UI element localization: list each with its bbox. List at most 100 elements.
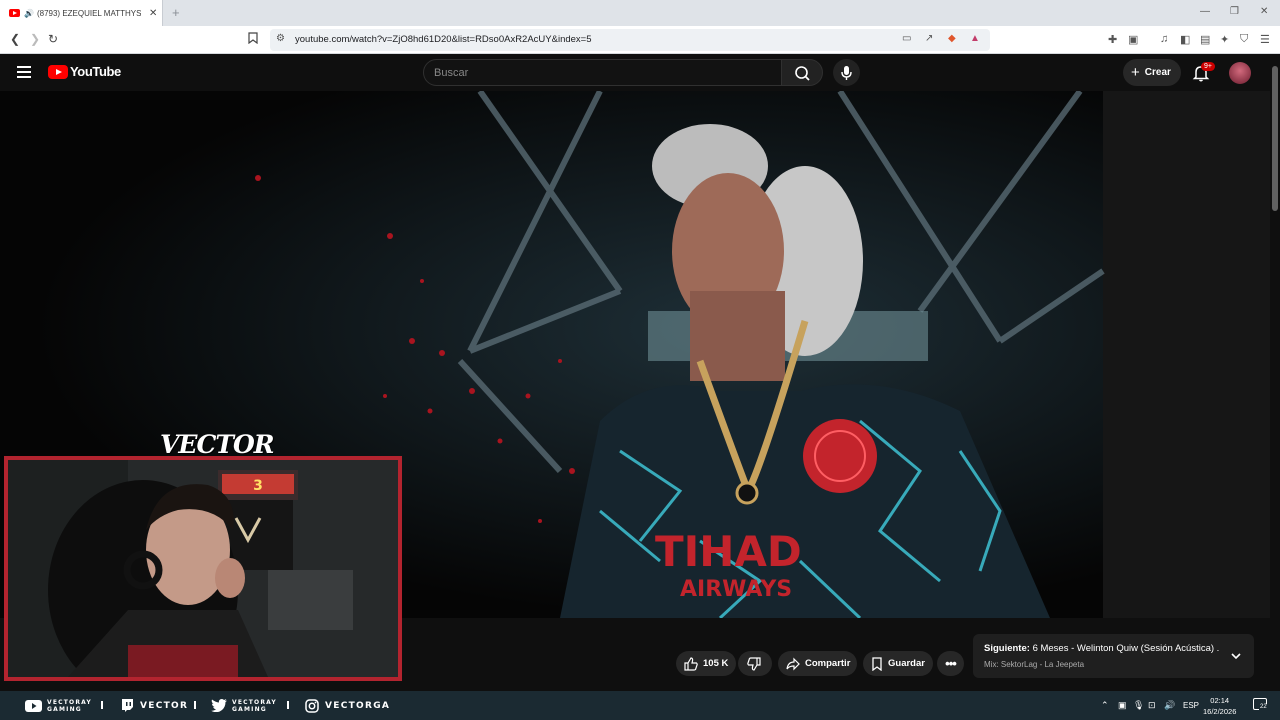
music-icon[interactable]: ♫ — [1160, 33, 1168, 45]
svg-text:AIRWAYS: AIRWAYS — [680, 577, 792, 602]
search-button[interactable] — [781, 59, 823, 86]
microphone-icon — [841, 66, 852, 80]
plus-icon: + — [1131, 64, 1140, 81]
save-label: Guardar — [888, 658, 925, 669]
like-button[interactable]: 105 K — [676, 651, 736, 676]
clock-date: 16/2/2026 — [1203, 707, 1237, 716]
share-arrow-icon — [786, 657, 800, 670]
more-actions-button[interactable]: ••• — [937, 651, 964, 676]
thumbs-up-icon — [684, 656, 698, 671]
notifications-badge: 9+ — [1201, 62, 1215, 71]
hamburger-menu-icon[interactable] — [17, 66, 31, 78]
thumbs-down-icon — [747, 656, 761, 671]
up-next-title-row: Siguiente: 6 Meses - Welinton Quiw (Sesi… — [984, 643, 1219, 654]
social-youtube-line2: GAMING — [47, 705, 82, 713]
social-twitch: VECTOR — [121, 691, 188, 720]
browser-tab-youtube[interactable]: 🔊 (8793) EZEQUIEL MATTHYSS... ✕ — [0, 0, 163, 26]
chevron-down-icon[interactable] — [1230, 650, 1242, 662]
rewards-icon[interactable]: ▲ — [970, 33, 980, 44]
browser-tab-strip: 🔊 (8793) EZEQUIEL MATTHYSS... ✕ + — ❐ ✕ — [0, 0, 1280, 26]
tray-app-icon[interactable]: ▣ — [1118, 700, 1127, 711]
microphone-tray-icon[interactable]: 🎙 — [1133, 700, 1144, 711]
social-twitter: VECTORAY GAMING — [211, 691, 277, 720]
brave-shield-icon[interactable]: ◆ — [948, 33, 956, 44]
webcam-overlay: 3 — [4, 456, 402, 681]
svg-text:TIHAD: TIHAD — [655, 527, 802, 576]
youtube-logo-text[interactable]: YouTube — [70, 64, 121, 79]
vector-overlay-logo: VECTOR — [160, 430, 275, 459]
social-instagram: VECTORGA — [305, 691, 390, 720]
up-next-title: 6 Meses - Welinton Quiw (Sesión Acústica… — [1032, 643, 1219, 654]
search-icon — [795, 66, 810, 81]
search-input[interactable] — [423, 59, 782, 86]
more-horizontal-icon: ••• — [945, 656, 957, 671]
separator — [194, 701, 196, 709]
separator — [101, 701, 103, 709]
youtube-favicon-icon — [9, 9, 20, 17]
clock-time: 02:14 — [1210, 696, 1230, 705]
install-icon[interactable]: ▭ — [902, 33, 911, 44]
bookmark-icon[interactable] — [248, 32, 258, 47]
volume-icon[interactable]: 🔊 — [1164, 700, 1175, 711]
avatar[interactable] — [1229, 62, 1251, 84]
new-tab-plus-icon[interactable]: + — [172, 5, 180, 20]
url-field[interactable]: ⚙ youtube.com/watch?v=ZjO8hd61D20&list=R… — [270, 29, 990, 51]
menu-icon[interactable]: ☰ — [1260, 33, 1270, 46]
like-count: 105 K — [703, 658, 729, 669]
restore-icon[interactable]: ❐ — [1230, 6, 1239, 17]
share-button[interactable]: Compartir — [778, 651, 857, 676]
save-button[interactable]: Guardar — [863, 651, 933, 676]
tab-title: (8793) EZEQUIEL MATTHYSS... — [36, 8, 141, 18]
webcam-image: 3 — [8, 460, 398, 677]
social-twitter-line2: GAMING — [232, 705, 267, 713]
address-bar-row: ❮ ❯ ↻ ⚙ youtube.com/watch?v=ZjO8hd61D20&… — [0, 26, 1280, 54]
minimize-icon[interactable]: — — [1200, 6, 1210, 17]
dislike-button[interactable] — [738, 651, 772, 676]
instagram-icon — [305, 698, 319, 713]
youtube-header: YouTube + Crear — [0, 54, 1280, 91]
network-icon[interactable]: ⊡ — [1148, 700, 1156, 711]
page-scrollbar[interactable] — [1270, 54, 1280, 691]
back-icon[interactable]: ❮ — [10, 32, 20, 46]
share-icon[interactable]: ↗ — [925, 33, 933, 44]
social-twitter-line1: VECTORAY — [232, 698, 277, 706]
speaker-icon[interactable]: 🔊 — [24, 9, 34, 18]
site-info-icon[interactable]: ⚙ — [276, 33, 285, 44]
up-next-card[interactable]: Siguiente: 6 Meses - Welinton Quiw (Sesi… — [973, 634, 1254, 678]
tabs-icon[interactable]: ▣ — [1128, 33, 1138, 46]
extensions-icon[interactable]: ✚ — [1108, 33, 1117, 46]
voice-search-button[interactable] — [833, 59, 860, 86]
ai-icon[interactable]: ✦ — [1220, 33, 1229, 46]
twitch-icon — [122, 698, 133, 712]
youtube-logo-icon[interactable] — [48, 65, 68, 79]
twitter-icon — [211, 699, 227, 712]
up-next-subtitle: Mix: SektorLag - La Jeepeta — [984, 660, 1085, 669]
up-next-prefix: Siguiente: — [984, 643, 1030, 654]
forward-icon[interactable]: ❯ — [30, 32, 40, 46]
social-youtube-line1: VECTORAY — [47, 698, 92, 706]
share-label: Compartir — [805, 658, 851, 669]
social-instagram-label: VECTORGA — [325, 700, 391, 711]
social-youtube: VECTORAY GAMING — [25, 691, 92, 720]
create-label: Crear — [1144, 67, 1171, 78]
language-indicator[interactable]: ESP — [1183, 701, 1199, 710]
url-text: youtube.com/watch?v=ZjO8hd61D20&list=RDs… — [295, 34, 592, 45]
scroll-thumb[interactable] — [1272, 66, 1278, 211]
arcade-sign: 3 — [253, 478, 263, 494]
taskbar: VECTORAY GAMING VECTOR VECTORAY GAMING VEC… — [0, 691, 1280, 720]
vpn-icon[interactable]: ⛉ — [1240, 33, 1248, 46]
sidebar-icon[interactable]: ◧ — [1180, 33, 1190, 46]
notification-center-button[interactable]: 22 — [1253, 698, 1268, 710]
system-clock[interactable]: 02:14 16/2/2026 — [1203, 695, 1236, 717]
reload-icon[interactable]: ↻ — [48, 32, 58, 46]
separator — [287, 701, 289, 709]
close-icon[interactable]: ✕ — [149, 8, 157, 19]
notification-count: 22 — [1259, 704, 1268, 710]
youtube-social-icon — [25, 699, 42, 712]
bookmark-save-icon — [872, 656, 882, 671]
social-twitch-label: VECTOR — [140, 700, 189, 711]
wallet-icon[interactable]: ▤ — [1200, 33, 1210, 46]
create-button[interactable]: + Crear — [1123, 59, 1181, 86]
window-close-icon[interactable]: ✕ — [1260, 6, 1268, 17]
tray-chevron-up-icon[interactable]: ⌃ — [1101, 700, 1109, 711]
